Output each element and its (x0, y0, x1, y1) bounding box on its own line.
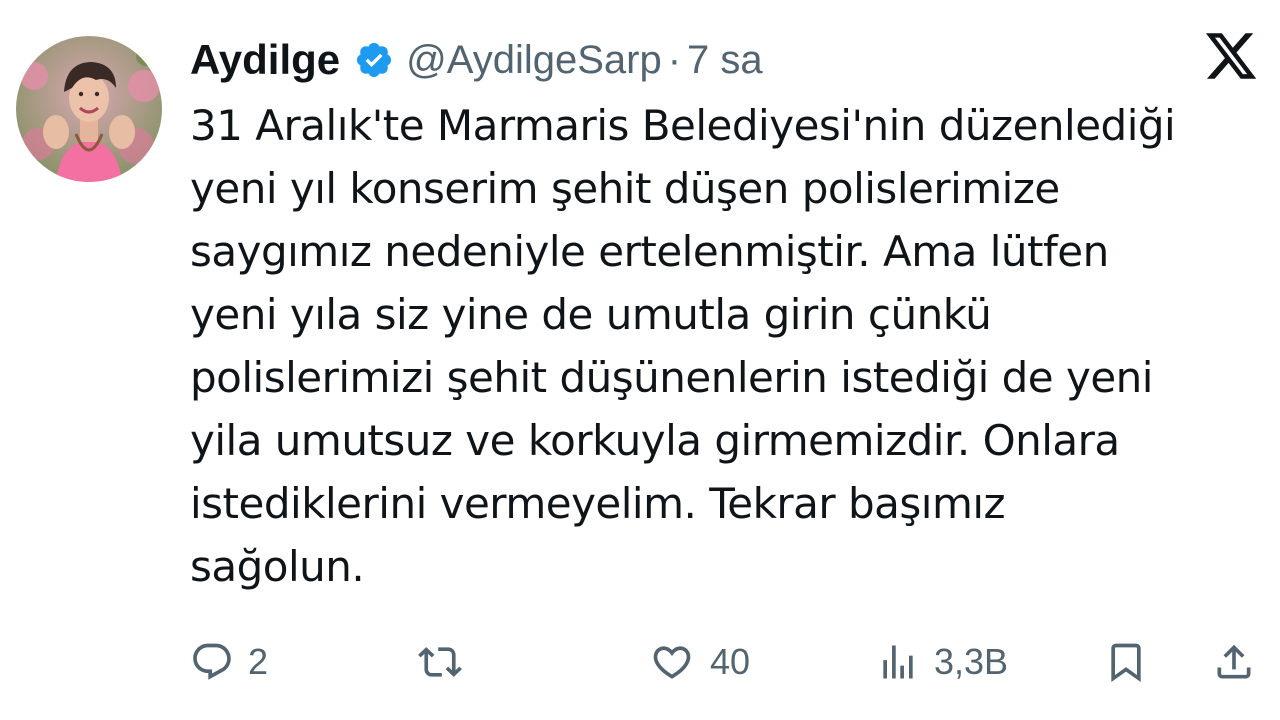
tweet-text-line: yeni yıla siz yine de umutla girin çünkü (190, 290, 992, 339)
separator-dot: · (667, 37, 682, 82)
bookmark-icon (1111, 643, 1141, 683)
tweet: Aydilge @AydilgeSarp · 7 sa 31 Aralık'te… (0, 0, 1280, 720)
display-name[interactable]: Aydilge (190, 36, 340, 84)
views-count: 3,3B (934, 641, 1009, 682)
tweet-text-line: yila umutsuz ve korkuyla girmemizdir. On… (190, 416, 1120, 465)
tweet-text-line: 31 Aralık'te Marmaris Belediyesi'nin düz… (190, 101, 1176, 150)
share-icon (1217, 644, 1251, 679)
bookmark-button[interactable] (1104, 630, 1148, 694)
like-button[interactable]: 40 (648, 630, 750, 694)
reply-button[interactable]: 2 (190, 630, 268, 694)
like-count: 40 (710, 641, 751, 682)
timestamp[interactable]: 7 sa (687, 38, 763, 83)
avatar[interactable] (16, 36, 162, 182)
share-button[interactable] (1212, 630, 1256, 694)
retweet-button[interactable] (416, 630, 478, 694)
views-button[interactable]: 3,3B (876, 630, 1008, 694)
verified-badge-icon (354, 40, 394, 80)
tweet-header: Aydilge @AydilgeSarp · 7 sa (190, 30, 763, 90)
tweet-text-line: polislerimizi şehit düşünenlerin istediğ… (190, 353, 1153, 402)
tweet-text-line: yeni yıl konserim şehit düşen polislerim… (190, 164, 1060, 213)
x-logo-icon[interactable] (1203, 30, 1259, 82)
reply-count: 2 (248, 641, 269, 682)
tweet-text-line: saygımız nedeniyle ertelenmiştir. Ama lü… (190, 227, 1109, 276)
tweet-text-line: sağolun. (190, 542, 365, 591)
author-handle[interactable]: @AydilgeSarp (406, 38, 662, 83)
reply-icon (193, 643, 231, 680)
tweet-text: 31 Aralık'te Marmaris Belediyesi'nin düz… (190, 94, 1270, 598)
action-bar: 2 40 3,3B (190, 630, 1260, 694)
heart-icon (653, 646, 691, 679)
retweet-icon (418, 647, 462, 677)
tweet-text-line: istediklerini vermeyelim. Tekrar başımız (190, 479, 1006, 528)
views-icon (883, 645, 913, 679)
